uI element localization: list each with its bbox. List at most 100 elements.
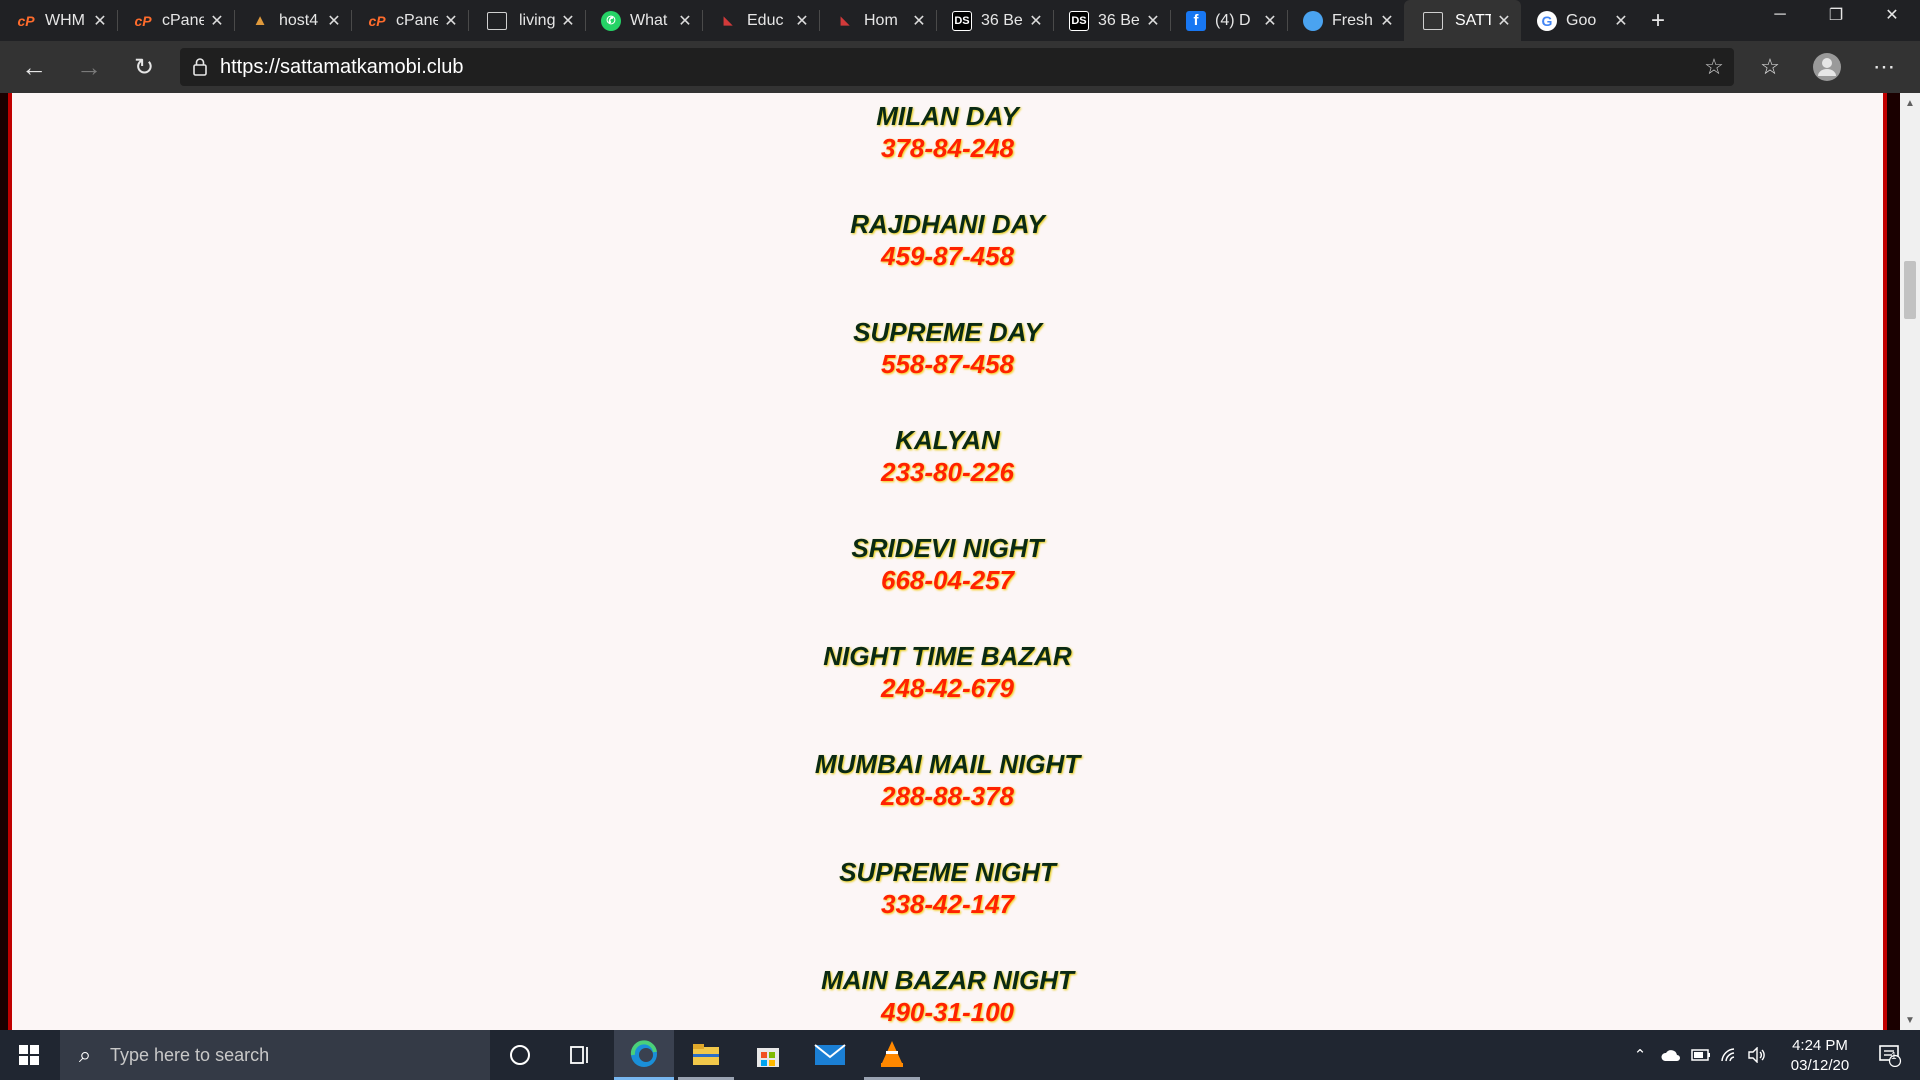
market-item: NIGHT TIME BAZAR 248-42-679 bbox=[12, 640, 1883, 704]
close-icon[interactable]: ✕ bbox=[910, 12, 928, 30]
forward-button[interactable]: → bbox=[71, 49, 107, 85]
close-icon[interactable]: ✕ bbox=[325, 12, 343, 30]
market-result: 378-84-248 bbox=[881, 133, 1014, 163]
scroll-up-icon[interactable]: ▲ bbox=[1900, 93, 1920, 113]
tab[interactable]: ◣ Educ ✕ bbox=[702, 0, 819, 41]
refresh-button[interactable]: ↻ bbox=[126, 49, 162, 85]
tab-strip: cPWHM✕ cPcPanel✕ ▲host4✕ cPcPanel✕ livin… bbox=[0, 0, 1920, 41]
tab[interactable]: cP cPanel✕ bbox=[117, 0, 234, 41]
clock-time: 4:24 PM bbox=[1792, 1037, 1848, 1054]
battery-icon[interactable] bbox=[1688, 1030, 1714, 1080]
edge-icon[interactable] bbox=[614, 1030, 674, 1080]
close-icon[interactable]: ✕ bbox=[1144, 12, 1162, 30]
onedrive-icon[interactable] bbox=[1656, 1030, 1686, 1080]
tab[interactable]: cP cPanel✕ bbox=[351, 0, 468, 41]
store-icon[interactable] bbox=[740, 1030, 796, 1080]
start-button[interactable] bbox=[0, 1030, 58, 1080]
close-icon[interactable]: ✕ bbox=[793, 12, 811, 30]
market-name: SRIDEVI NIGHT bbox=[851, 533, 1044, 563]
wifi-icon[interactable] bbox=[1716, 1030, 1742, 1080]
maximize-button[interactable]: ❐ bbox=[1808, 0, 1864, 30]
close-icon[interactable]: ✕ bbox=[1378, 12, 1396, 30]
market-name: RAJDHANI DAY bbox=[850, 209, 1045, 239]
close-icon[interactable]: ✕ bbox=[1495, 12, 1513, 30]
cpanel-icon: cP bbox=[17, 12, 35, 29]
back-button[interactable]: ← bbox=[16, 49, 52, 85]
market-item: KALYAN 233-80-226 bbox=[12, 424, 1883, 488]
tab[interactable]: f (4) D ✕ bbox=[1170, 0, 1287, 41]
market-name: MAIN BAZAR NIGHT bbox=[821, 965, 1074, 995]
market-name: SUPREME NIGHT bbox=[839, 857, 1056, 887]
windows-icon bbox=[19, 1045, 39, 1065]
mail-icon[interactable] bbox=[802, 1030, 858, 1080]
tab[interactable]: G Goo ✕ bbox=[1521, 0, 1638, 41]
tab-title: Educ bbox=[747, 11, 784, 29]
fresh-icon bbox=[1303, 10, 1323, 31]
market-result: 233-80-226 bbox=[881, 457, 1014, 487]
profile-avatar[interactable] bbox=[1809, 49, 1845, 85]
google-icon: G bbox=[1537, 10, 1557, 31]
chevron-up-icon[interactable]: ⌃ bbox=[1628, 1030, 1652, 1080]
cpanel-icon: cP bbox=[368, 12, 386, 29]
close-icon[interactable]: ✕ bbox=[676, 12, 694, 30]
ds-icon: DS bbox=[1069, 10, 1089, 31]
market-name: MUMBAI MAIL NIGHT bbox=[814, 749, 1081, 779]
tab[interactable]: ◣ Hom ✕ bbox=[819, 0, 936, 41]
tab[interactable]: ✆ What ✕ bbox=[585, 0, 702, 41]
clock-date: 03/12/20 bbox=[1790, 1057, 1850, 1074]
system-clock[interactable]: 4:24 PM 03/12/20 bbox=[1774, 1036, 1866, 1076]
notification-count: 1 bbox=[1891, 1051, 1897, 1062]
tab[interactable]: DS 36 Be ✕ bbox=[936, 0, 1053, 41]
close-icon[interactable]: ✕ bbox=[1261, 12, 1279, 30]
market-item: SRIDEVI NIGHT 668-04-257 bbox=[12, 532, 1883, 596]
more-options-icon[interactable]: ⋯ bbox=[1866, 49, 1902, 85]
search-icon: ⌕ bbox=[78, 1042, 92, 1067]
vlc-icon[interactable] bbox=[864, 1030, 920, 1080]
vertical-scrollbar[interactable]: ▲ ▼ bbox=[1900, 93, 1920, 1030]
market-item: RAJDHANI DAY 459-87-458 bbox=[12, 208, 1883, 272]
url-text[interactable]: https://sattamatkamobi.club bbox=[220, 56, 1694, 79]
market-result: 490-31-100 bbox=[881, 997, 1014, 1027]
market-result: 338-42-147 bbox=[881, 889, 1014, 919]
minimize-button[interactable]: ─ bbox=[1752, 0, 1808, 30]
scrollbar-thumb[interactable] bbox=[1904, 261, 1916, 319]
market-result: 459-87-458 bbox=[881, 241, 1014, 271]
close-icon[interactable]: ✕ bbox=[442, 12, 460, 30]
scroll-down-icon[interactable]: ▼ bbox=[1900, 1010, 1920, 1030]
lock-icon[interactable] bbox=[180, 57, 220, 77]
close-icon[interactable]: ✕ bbox=[91, 12, 109, 30]
tab-title: What bbox=[630, 11, 668, 29]
market-item: MILAN DAY 378-84-248 bbox=[12, 100, 1883, 164]
close-icon[interactable]: ✕ bbox=[1612, 12, 1630, 30]
tab-title: 36 Be bbox=[1098, 11, 1140, 29]
volume-icon[interactable] bbox=[1744, 1030, 1770, 1080]
notification-button[interactable]: 1 bbox=[1868, 1030, 1912, 1080]
market-result: 668-04-257 bbox=[881, 565, 1014, 595]
favorites-icon[interactable]: ☆ bbox=[1752, 49, 1788, 85]
tab[interactable]: DS 36 Be ✕ bbox=[1053, 0, 1170, 41]
document-icon bbox=[487, 11, 507, 30]
market-name: KALYAN bbox=[895, 425, 1000, 455]
cortana-icon[interactable] bbox=[492, 1030, 548, 1080]
taskbar-search[interactable]: ⌕ Type here to search bbox=[60, 1030, 490, 1080]
market-item: MUMBAI MAIL NIGHT 288-88-378 bbox=[12, 748, 1883, 812]
tab[interactable]: ▲ host4 ✕ bbox=[234, 0, 351, 41]
close-icon[interactable]: ✕ bbox=[1027, 12, 1045, 30]
tab[interactable]: Fresh ✕ bbox=[1287, 0, 1404, 41]
tab-active[interactable]: SATT ✕ bbox=[1404, 0, 1521, 41]
tab-title: living bbox=[519, 11, 555, 29]
file-explorer-icon[interactable] bbox=[678, 1030, 734, 1080]
address-bar[interactable]: https://sattamatkamobi.club ☆ bbox=[180, 48, 1734, 86]
document-icon bbox=[1423, 11, 1443, 30]
tab[interactable]: cP WHM ✕ bbox=[0, 0, 117, 41]
close-window-button[interactable]: ✕ bbox=[1864, 0, 1920, 30]
market-name: MILAN DAY bbox=[876, 101, 1019, 131]
task-view-icon[interactable] bbox=[552, 1030, 608, 1080]
tab[interactable]: living ✕ bbox=[468, 0, 585, 41]
new-tab-button[interactable]: + bbox=[1638, 0, 1678, 41]
tab-title: Fresh bbox=[1332, 11, 1373, 29]
edu-icon: ◣ bbox=[840, 15, 850, 27]
close-icon[interactable]: ✕ bbox=[208, 12, 226, 30]
star-icon[interactable]: ☆ bbox=[1694, 54, 1734, 80]
close-icon[interactable]: ✕ bbox=[559, 12, 577, 30]
